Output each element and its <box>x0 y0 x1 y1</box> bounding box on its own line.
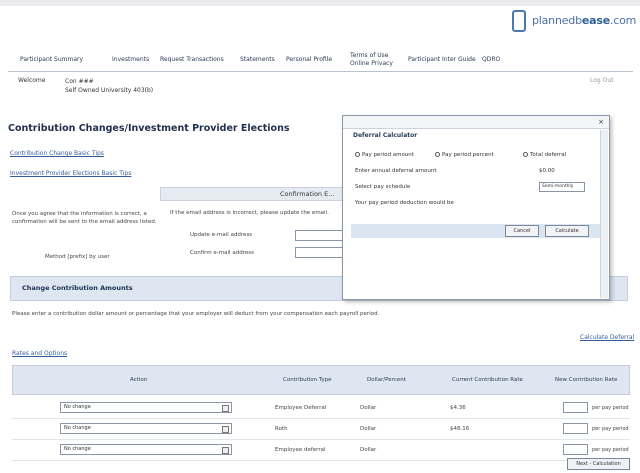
cell-type: Employee deferral <box>275 447 326 453</box>
new-rate-input[interactable] <box>563 402 588 413</box>
nav-participant-guide[interactable]: Participant Inter Guide <box>408 56 476 63</box>
nav-terms[interactable]: Terms of Use Online Privacy <box>350 52 396 68</box>
nav-personal-profile[interactable]: Personal Profile <box>286 56 332 63</box>
table-row: No change Employee deferral Dollar per p… <box>12 439 630 461</box>
rates-options-link[interactable]: Rates and Options <box>12 350 67 357</box>
table-row: No change Employee Deferral Dollar $4.36… <box>12 397 630 419</box>
cell-type: Roth <box>275 426 288 432</box>
cell-unit: Dollar <box>360 426 377 432</box>
page-title: Contribution Changes/Investment Provider… <box>8 123 290 134</box>
modal-scrollbar[interactable] <box>600 130 608 298</box>
th-contribution-type: Contribution Type <box>283 377 332 383</box>
per-pay-period-label: per pay period <box>592 426 629 432</box>
pay-schedule-label: Select pay schedule <box>355 184 411 190</box>
instructions-text: Please enter a contribution dollar amoun… <box>12 311 380 317</box>
th-dollar-percent: Dollar/Percent <box>367 377 406 383</box>
next-calculation-button[interactable]: Next - Calculation <box>567 458 630 470</box>
confirmation-header: Confirmation E... <box>280 190 335 198</box>
nav-request-transactions[interactable]: Request Transactions <box>160 56 224 63</box>
nav-statements[interactable]: Statements <box>240 56 275 63</box>
annual-deferral-input[interactable]: $0.00 <box>539 168 555 174</box>
plan-name[interactable]: Self Owned University 403(b) <box>65 86 153 95</box>
action-select[interactable]: No change <box>60 423 232 434</box>
confirm-email-label: Confirm e-mail address <box>190 250 254 256</box>
brand-text: plannedbease.com <box>532 14 637 27</box>
cell-unit: Dollar <box>360 447 377 453</box>
action-select[interactable]: No change <box>60 402 232 413</box>
table-row: No change Roth Dollar $48.16 per pay per… <box>12 418 630 440</box>
provider-tips-link[interactable]: Investment Provider Elections Basic Tips <box>10 170 131 177</box>
cancel-button[interactable]: Cancel <box>505 225 539 237</box>
calculate-deferral-link[interactable]: Calculate Deferral <box>580 334 634 341</box>
calc-type-radio-group: Pay period amount Pay period percent Tot… <box>355 150 595 162</box>
confirmation-text-left: Once you agree that the information is c… <box>12 211 157 225</box>
method-label: Method [prefix] by user <box>45 254 110 260</box>
user-info: Con ### Self Owned University 403(b) <box>65 77 153 95</box>
user-name: Con ### <box>65 78 94 85</box>
modal-title: Deferral Calculator <box>353 132 418 139</box>
radio-pay-period-percent[interactable]: Pay period percent <box>435 152 494 158</box>
basic-tips-link[interactable]: Contribution Change Basic Tips <box>10 150 104 157</box>
result-label: Your pay period deduction would be <box>355 200 454 206</box>
new-rate-input[interactable] <box>563 423 588 434</box>
cell-unit: Dollar <box>360 405 377 411</box>
confirmation-text-right: If the email address is incorrect, pleas… <box>170 210 329 216</box>
per-pay-period-label: per pay period <box>592 447 629 453</box>
th-new-rate: New Contribution Rate <box>555 377 618 383</box>
radio-icon <box>355 152 360 157</box>
radio-pay-period-amount[interactable]: Pay period amount <box>355 152 414 158</box>
pay-schedule-select[interactable]: Semi-monthly <box>539 182 585 192</box>
annual-deferral-label: Enter annual deferral amount <box>355 168 437 174</box>
per-pay-period-label: per pay period <box>592 405 629 411</box>
radio-total-deferral[interactable]: Total deferral <box>523 152 566 158</box>
welcome-label: Welcome <box>18 77 46 84</box>
radio-icon <box>523 152 528 157</box>
radio-icon <box>435 152 440 157</box>
cell-type: Employee Deferral <box>275 405 327 411</box>
nav-qdro[interactable]: QDRO <box>482 56 500 63</box>
cell-current: $48.16 <box>450 426 470 432</box>
cell-current: $4.36 <box>450 405 466 411</box>
calculate-button[interactable]: Calculate <box>545 225 589 237</box>
brand-logo[interactable]: plannedbease.com <box>512 6 637 40</box>
th-current-rate: Current Contribution Rate <box>452 377 523 383</box>
th-action: Action <box>130 377 148 383</box>
action-select[interactable]: No change <box>60 444 232 455</box>
logo-icon <box>512 10 526 32</box>
nav-investments[interactable]: Investments <box>112 56 149 63</box>
change-section-title: Change Contribution Amounts <box>22 284 133 292</box>
modal-titlebar[interactable] <box>343 116 609 129</box>
main-nav: Participant Summary Investments Request … <box>8 50 633 72</box>
deferral-calculator-modal: × Deferral Calculator Pay period amount … <box>342 115 610 300</box>
close-icon[interactable]: × <box>597 119 605 127</box>
update-email-label: Update e-mail address <box>190 232 253 238</box>
new-rate-input[interactable] <box>563 444 588 455</box>
logout-link[interactable]: Log Out <box>590 77 614 84</box>
nav-participant-summary[interactable]: Participant Summary <box>20 56 83 63</box>
